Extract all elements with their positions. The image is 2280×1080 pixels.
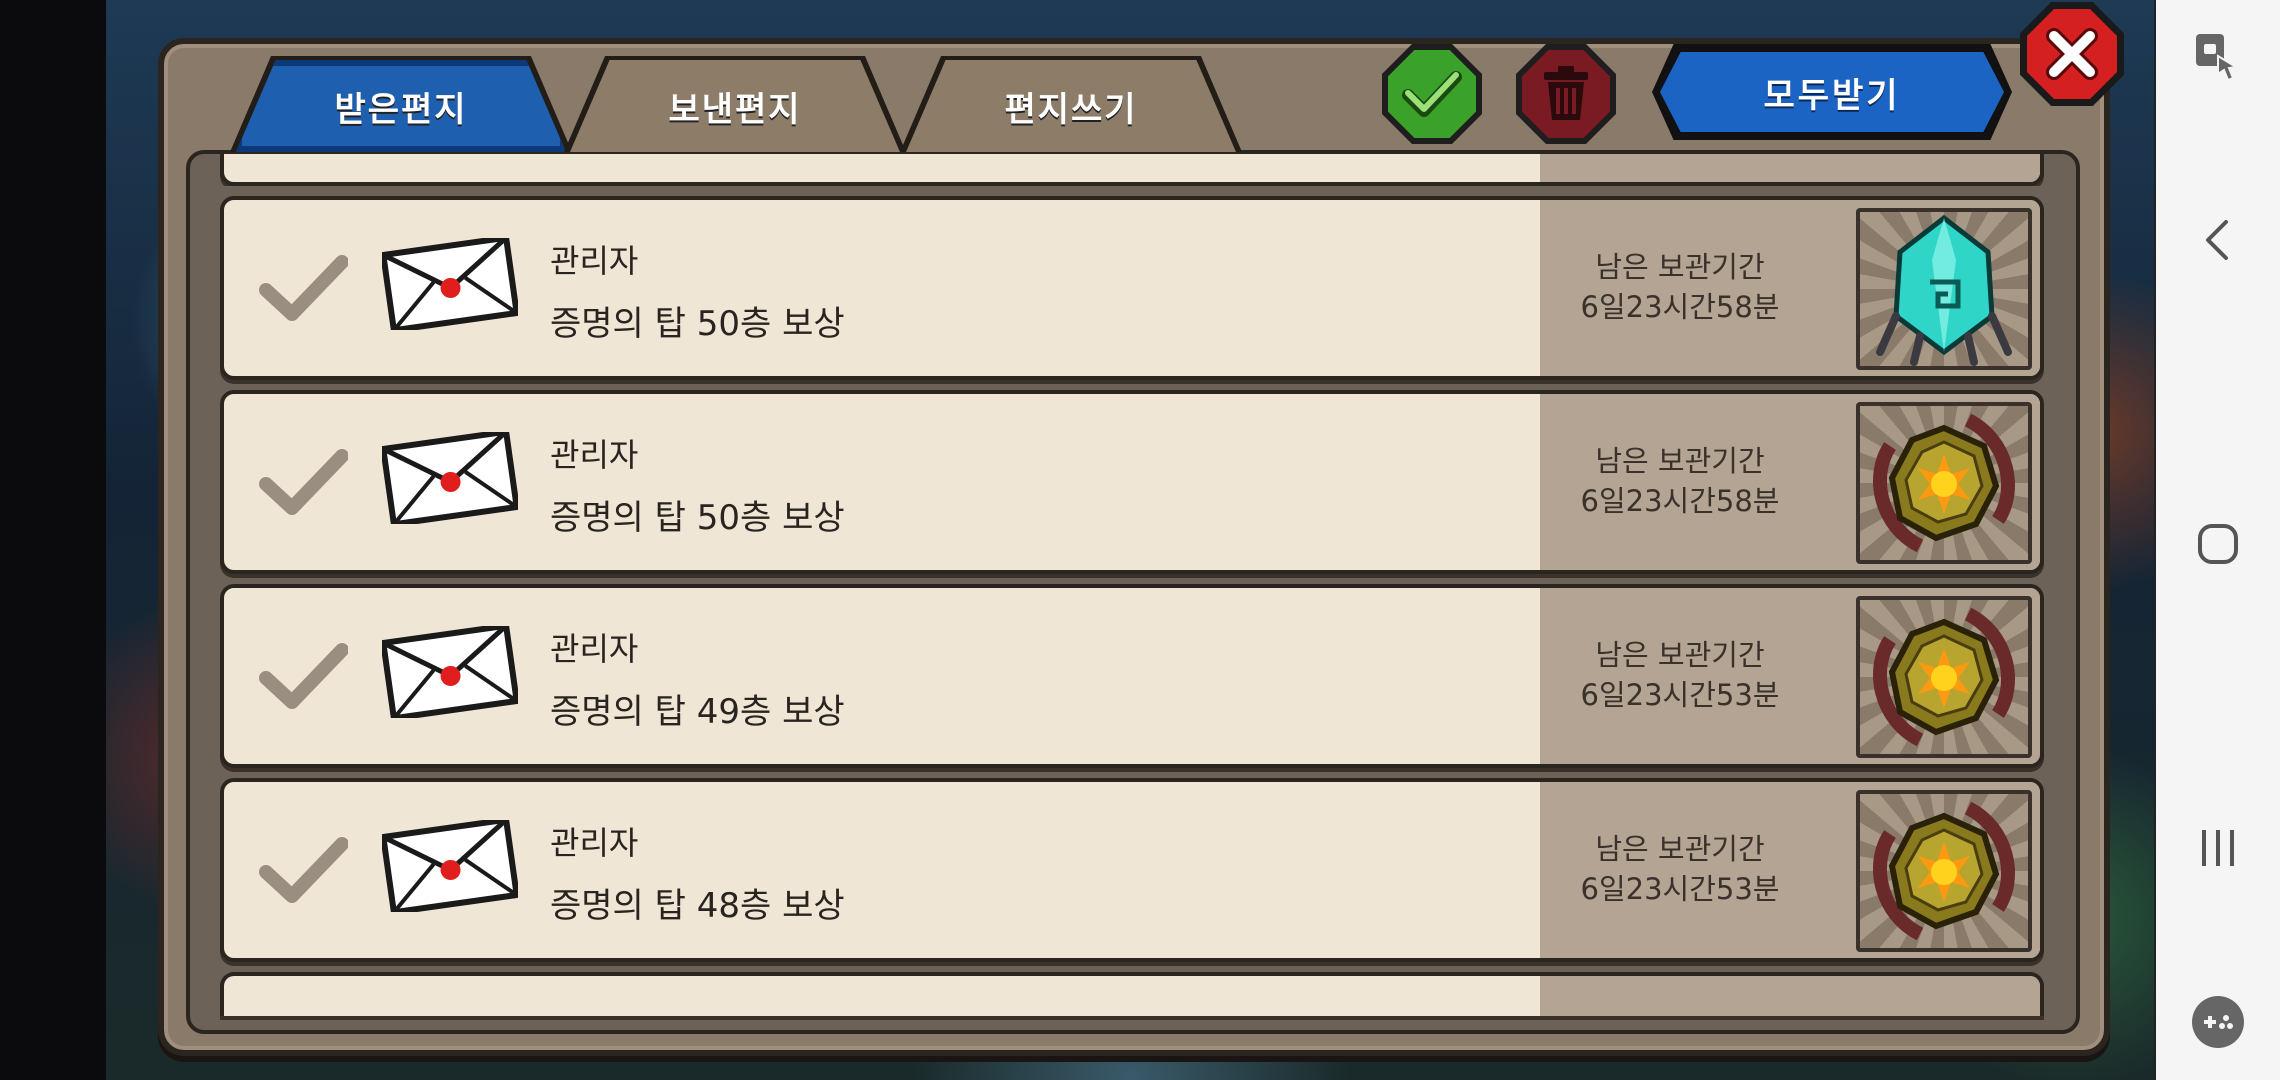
checkmark-icon[interactable]: [258, 834, 348, 906]
recents-icon: [2202, 830, 2234, 866]
sun-medal-icon: [1873, 413, 2015, 553]
retention-time: 6일23시간53분: [1580, 872, 1780, 906]
crystal-gem-icon: [1876, 214, 2012, 366]
delete-button[interactable]: [1516, 44, 1616, 144]
mail-subject: 증명의 탑 50층 보상: [550, 304, 845, 344]
mail-subject: 증명의 탑 48층 보상: [550, 886, 845, 926]
retention-label: 남은 보관기간: [1595, 444, 1765, 478]
retention-label: 남은 보관기간: [1595, 832, 1765, 866]
checkmark-icon[interactable]: [258, 252, 348, 324]
receive-all-button[interactable]: 모두받기: [1652, 44, 2012, 140]
sun-medal-icon: [1873, 801, 2015, 941]
envelope-icon: [382, 820, 518, 912]
back-chevron-icon: [2206, 220, 2228, 260]
envelope-icon: [382, 238, 518, 330]
home-icon: [2198, 524, 2238, 564]
checkmark-icon[interactable]: [258, 640, 348, 712]
game-tools-button[interactable]: [2178, 982, 2258, 1062]
recents-button[interactable]: [2178, 808, 2258, 888]
screen-left-edge: [0, 0, 106, 1080]
retention-time: 6일23시간53분: [1580, 678, 1780, 712]
reward-slot[interactable]: [1856, 208, 2032, 370]
mail-row[interactable]: 관리자 증명의 탑 48층 보상 남은 보관기간 6일23시간53분: [220, 778, 2044, 962]
mail-sender: 관리자: [550, 436, 639, 474]
mail-subject: 증명의 탑 50층 보상: [550, 498, 845, 538]
mail-row[interactable]: 관리자 증명의 탑 49층 보상 남은 보관기간 6일23시간53분: [220, 584, 2044, 768]
sun-medal-icon: [1873, 607, 2015, 747]
tab-received-mail[interactable]: 받은편지: [236, 60, 566, 152]
accessibility-touch-button[interactable]: [2178, 18, 2258, 98]
close-icon: [2046, 28, 2098, 80]
home-button[interactable]: [2178, 504, 2258, 584]
envelope-icon: [382, 432, 518, 524]
tab-write-label: 편지쓰기: [1004, 89, 1138, 130]
checkmark-icon: [1402, 71, 1462, 117]
checkmark-icon[interactable]: [258, 446, 348, 518]
mail-sender: 관리자: [550, 630, 639, 668]
mail-subject: 증명의 탑 49층 보상: [550, 692, 845, 732]
retention-time: 6일23시간58분: [1580, 290, 1780, 324]
tab-received-label: 받은편지: [334, 89, 468, 130]
retention-label: 남은 보관기간: [1595, 638, 1765, 672]
reward-slot[interactable]: [1856, 596, 2032, 758]
mail-sender: 관리자: [550, 242, 639, 280]
mail-row[interactable]: 관리자 증명의 탑 50층 보상 남은 보관기간 6일23시간58분: [220, 196, 2044, 380]
gamepad-icon: [2192, 996, 2244, 1048]
tab-sent-label: 보낸편지: [668, 89, 802, 130]
mail-row[interactable]: 관리자 증명의 탑 50층 보상 남은 보관기간 6일23시간58분: [220, 390, 2044, 574]
select-all-button[interactable]: [1382, 44, 1482, 144]
reward-slot[interactable]: [1856, 402, 2032, 564]
tab-sent-mail[interactable]: 보낸편지: [570, 60, 900, 152]
envelope-icon: [382, 626, 518, 718]
receive-all-label: 모두받기: [1763, 75, 1901, 116]
mail-sender: 관리자: [550, 824, 639, 862]
reward-slot[interactable]: [1856, 790, 2032, 952]
tab-write-mail[interactable]: 편지쓰기: [906, 60, 1236, 152]
back-button[interactable]: [2178, 200, 2258, 280]
system-nav-bar: [2156, 0, 2280, 1080]
retention-time: 6일23시간58분: [1580, 484, 1780, 518]
retention-label: 남은 보관기간: [1595, 250, 1765, 284]
trash-icon: [1544, 66, 1588, 120]
touch-lock-icon: [2196, 34, 2239, 82]
list-item-partial: [220, 972, 2044, 1016]
